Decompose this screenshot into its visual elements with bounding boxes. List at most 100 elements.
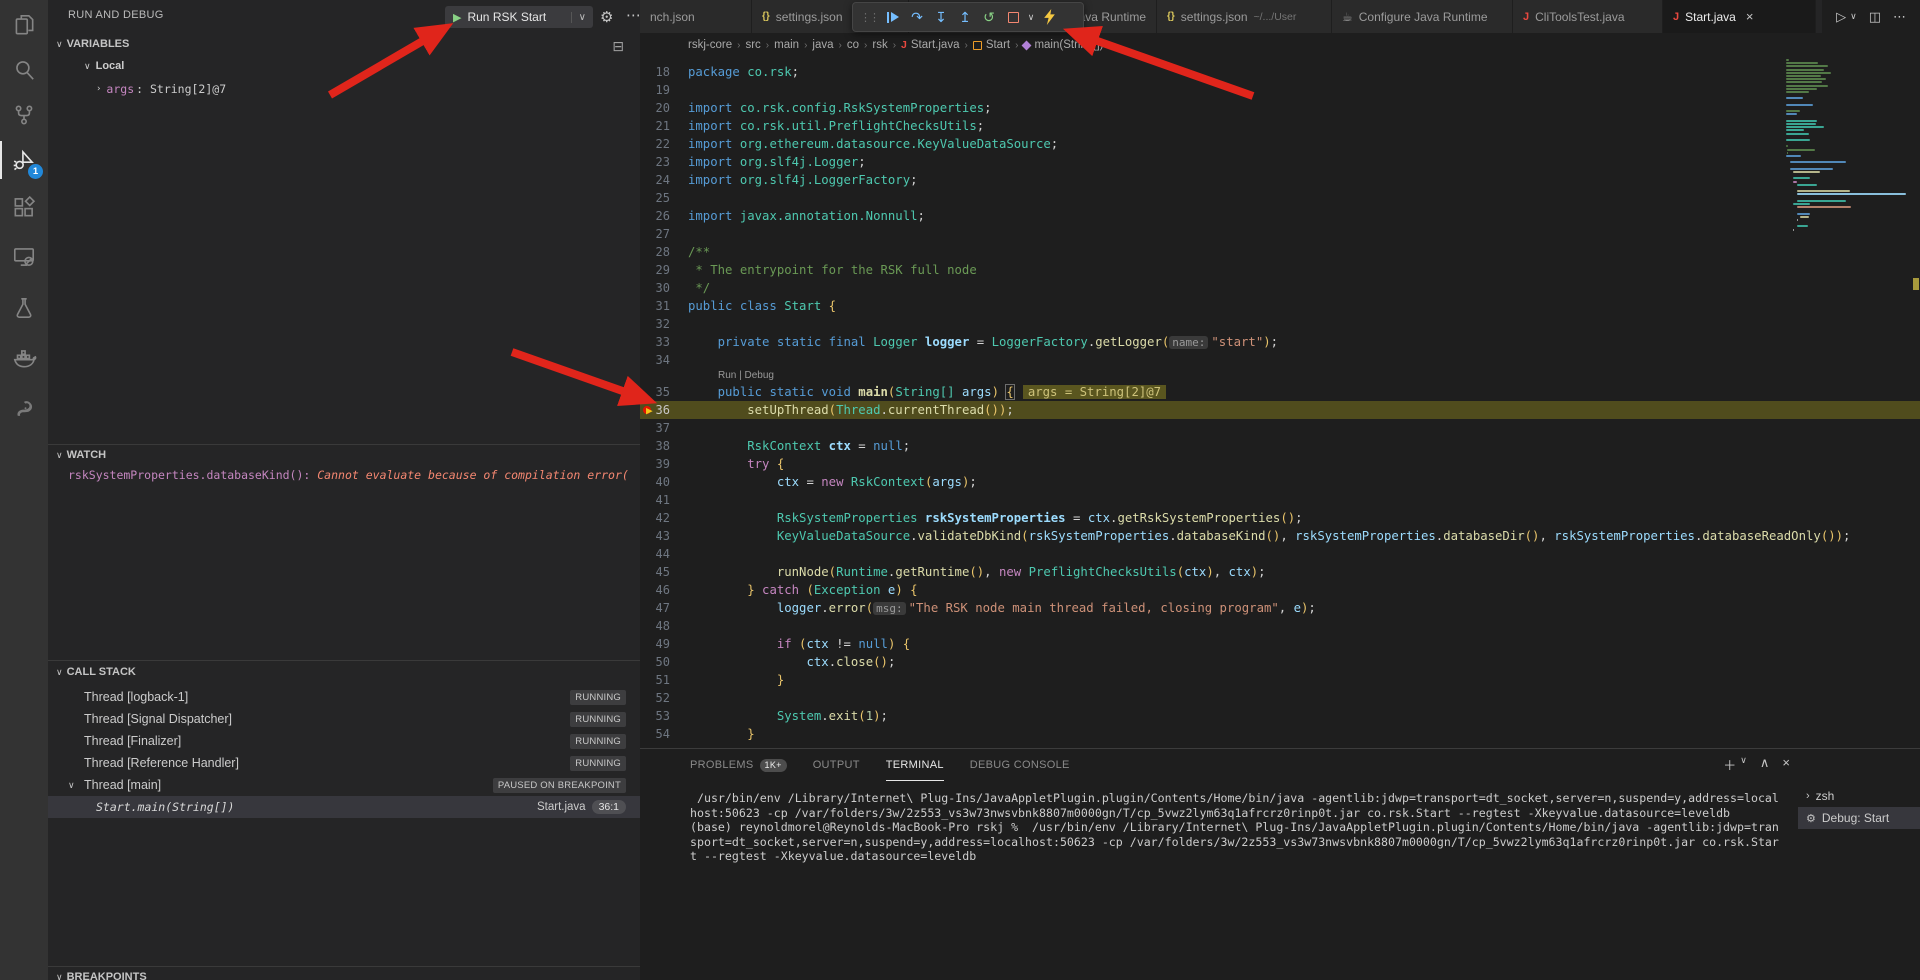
panel-tab-debug-console[interactable]: DEBUG CONSOLE (970, 749, 1070, 781)
panel-tab-terminal[interactable]: TERMINAL (886, 749, 944, 781)
run-file-chevron-icon[interactable]: ∨ (1850, 11, 1857, 22)
code-line-53[interactable]: 53 System.exit(1); (640, 707, 1920, 725)
code-line-46[interactable]: 46 } catch (Exception e) { (640, 581, 1920, 599)
code-line-45[interactable]: 45 runNode(Runtime.getRuntime(), new Pre… (640, 563, 1920, 581)
watch-expression[interactable]: rskSystemProperties.databaseKind(): Cann… (68, 468, 628, 482)
code-line-25[interactable]: 25 (640, 189, 1920, 207)
variable-args[interactable]: › args: String[2]@7 (96, 82, 226, 96)
line-number[interactable]: 46 (640, 581, 688, 599)
code-line-19[interactable]: 19 (640, 81, 1920, 99)
source-control-icon[interactable] (0, 92, 48, 138)
code-line-54[interactable]: 54 } (640, 725, 1920, 743)
line-number[interactable]: 41 (640, 491, 688, 509)
code-line-38[interactable]: 38 RskContext ctx = null; (640, 437, 1920, 455)
code-line-30[interactable]: 30 */ (640, 279, 1920, 297)
line-number[interactable]: 37 (640, 419, 688, 437)
line-number[interactable]: 40 (640, 473, 688, 491)
call-stack-section-header[interactable]: ∨ CALL STACK (56, 666, 136, 678)
code-line-47[interactable]: 47 logger.error(msg:"The RSK node main t… (640, 599, 1920, 617)
more-actions-icon[interactable]: ⋯ (626, 6, 642, 24)
code-line-52[interactable]: 52 (640, 689, 1920, 707)
code-line-34[interactable]: 34 (640, 351, 1920, 369)
docker-icon[interactable] (0, 335, 48, 381)
breadcrumb-item[interactable]: main (774, 39, 799, 51)
line-number[interactable]: 53 (640, 707, 688, 725)
code-line-37[interactable]: 37 (640, 419, 1920, 437)
code-line-43[interactable]: 43 KeyValueDataSource.validateDbKind(rsk… (640, 527, 1920, 545)
breadcrumb-item[interactable]: java (812, 39, 833, 51)
call-stack-thread[interactable]: Thread [Finalizer]RUNNING (48, 730, 640, 752)
step-out-icon[interactable]: ↥ (953, 5, 977, 29)
line-number[interactable]: 54 (640, 725, 688, 743)
tab-nch-json[interactable]: nch.json (640, 0, 752, 33)
terminal-session-zsh[interactable]: ›zsh (1798, 785, 1920, 807)
line-number[interactable]: 25 (640, 189, 688, 207)
code-line-36[interactable]: 36▶ setUpThread(Thread.currentThread()); (640, 401, 1920, 419)
codelens-run-debug[interactable]: Run | Debug (718, 369, 1920, 383)
stop-icon[interactable] (1001, 5, 1025, 29)
tab-start-java[interactable]: JStart.java× (1663, 0, 1816, 33)
code-line-27[interactable]: 27 (640, 225, 1920, 243)
more-actions-icon[interactable]: ⋯ (1893, 9, 1906, 25)
line-number[interactable]: 18 (640, 63, 688, 81)
tab-configure-java-runtime[interactable]: ☕Configure Java Runtime (1332, 0, 1513, 33)
line-number[interactable]: 23 (640, 153, 688, 171)
line-number[interactable]: 31 (640, 297, 688, 315)
code-line-41[interactable]: 41 (640, 491, 1920, 509)
code-line-42[interactable]: 42 RskSystemProperties rskSystemProperti… (640, 509, 1920, 527)
line-number[interactable]: 38 (640, 437, 688, 455)
line-number[interactable]: 36▶ (640, 401, 688, 419)
code-line-18[interactable]: 18package co.rsk; (640, 63, 1920, 81)
line-number[interactable]: 45 (640, 563, 688, 581)
code-line-39[interactable]: 39 try { (640, 455, 1920, 473)
line-number[interactable]: 20 (640, 99, 688, 117)
collapse-all-icon[interactable]: ⊟ (612, 38, 624, 55)
tab-settings-json[interactable]: {}settings.json~/.../User (1157, 0, 1332, 33)
line-number[interactable]: 30 (640, 279, 688, 297)
line-number[interactable]: 42 (640, 509, 688, 527)
line-number[interactable]: 22 (640, 135, 688, 153)
breadcrumb-item[interactable]: main(String[]) (1023, 39, 1103, 51)
line-number[interactable]: 19 (640, 81, 688, 99)
line-number[interactable]: 51 (640, 671, 688, 689)
call-stack-frame[interactable]: Start.main(String[])Start.java36:1 (48, 796, 640, 818)
explorer-icon[interactable] (0, 2, 48, 48)
line-number[interactable]: 39 (640, 455, 688, 473)
call-stack-thread[interactable]: Thread [Signal Dispatcher]RUNNING (48, 708, 640, 730)
panel-tab-problems[interactable]: PROBLEMS1K+ (690, 749, 787, 781)
remote-explorer-icon[interactable] (0, 234, 48, 280)
code-line-50[interactable]: 50 ctx.close(); (640, 653, 1920, 671)
code-line-23[interactable]: 23import org.slf4j.Logger; (640, 153, 1920, 171)
code-line-51[interactable]: 51 } (640, 671, 1920, 689)
code-line-28[interactable]: 28/** (640, 243, 1920, 261)
line-number[interactable]: 47 (640, 599, 688, 617)
line-number[interactable]: 44 (640, 545, 688, 563)
breadcrumb-item[interactable]: rsk (872, 39, 887, 51)
code-line-49[interactable]: 49 if (ctx != null) { (640, 635, 1920, 653)
line-number[interactable]: 52 (640, 689, 688, 707)
breadcrumb-item[interactable]: Start (973, 39, 1010, 51)
gear-icon[interactable]: ⚙ (600, 8, 613, 26)
panel-tab-output[interactable]: OUTPUT (813, 749, 860, 781)
code-line-26[interactable]: 26import javax.annotation.Nonnull; (640, 207, 1920, 225)
code-line-24[interactable]: 24import org.slf4j.LoggerFactory; (640, 171, 1920, 189)
step-into-icon[interactable]: ↧ (929, 5, 953, 29)
line-number[interactable]: 43 (640, 527, 688, 545)
hot-code-replace-icon[interactable] (1037, 5, 1061, 29)
code-line-31[interactable]: 31public class Start { (640, 297, 1920, 315)
run-and-debug-icon[interactable]: 1 (0, 137, 48, 183)
code-line-35[interactable]: 35 public static void main(String[] args… (640, 383, 1920, 401)
line-number[interactable]: 35 (640, 383, 688, 401)
breakpoints-section-header[interactable]: ∨ BREAKPOINTS (56, 971, 147, 980)
new-terminal-icon[interactable]: ＋ (1723, 755, 1736, 774)
extensions-icon[interactable] (0, 184, 48, 230)
call-stack-thread[interactable]: ∨Thread [main]PAUSED ON BREAKPOINT (48, 774, 640, 796)
breadcrumb-item[interactable]: JStart.java (901, 39, 959, 51)
close-icon[interactable]: × (1746, 9, 1754, 24)
breadcrumb-item[interactable]: rskj-core (688, 39, 732, 51)
variables-section-header[interactable]: ∨ VARIABLES (56, 38, 129, 50)
line-number[interactable]: 33 (640, 333, 688, 351)
code-editor[interactable]: 18package co.rsk;1920import co.rsk.confi… (640, 57, 1920, 748)
tab-clitoolstest-java[interactable]: JCliToolsTest.java (1513, 0, 1663, 33)
breadcrumb-item[interactable]: co (847, 39, 859, 51)
